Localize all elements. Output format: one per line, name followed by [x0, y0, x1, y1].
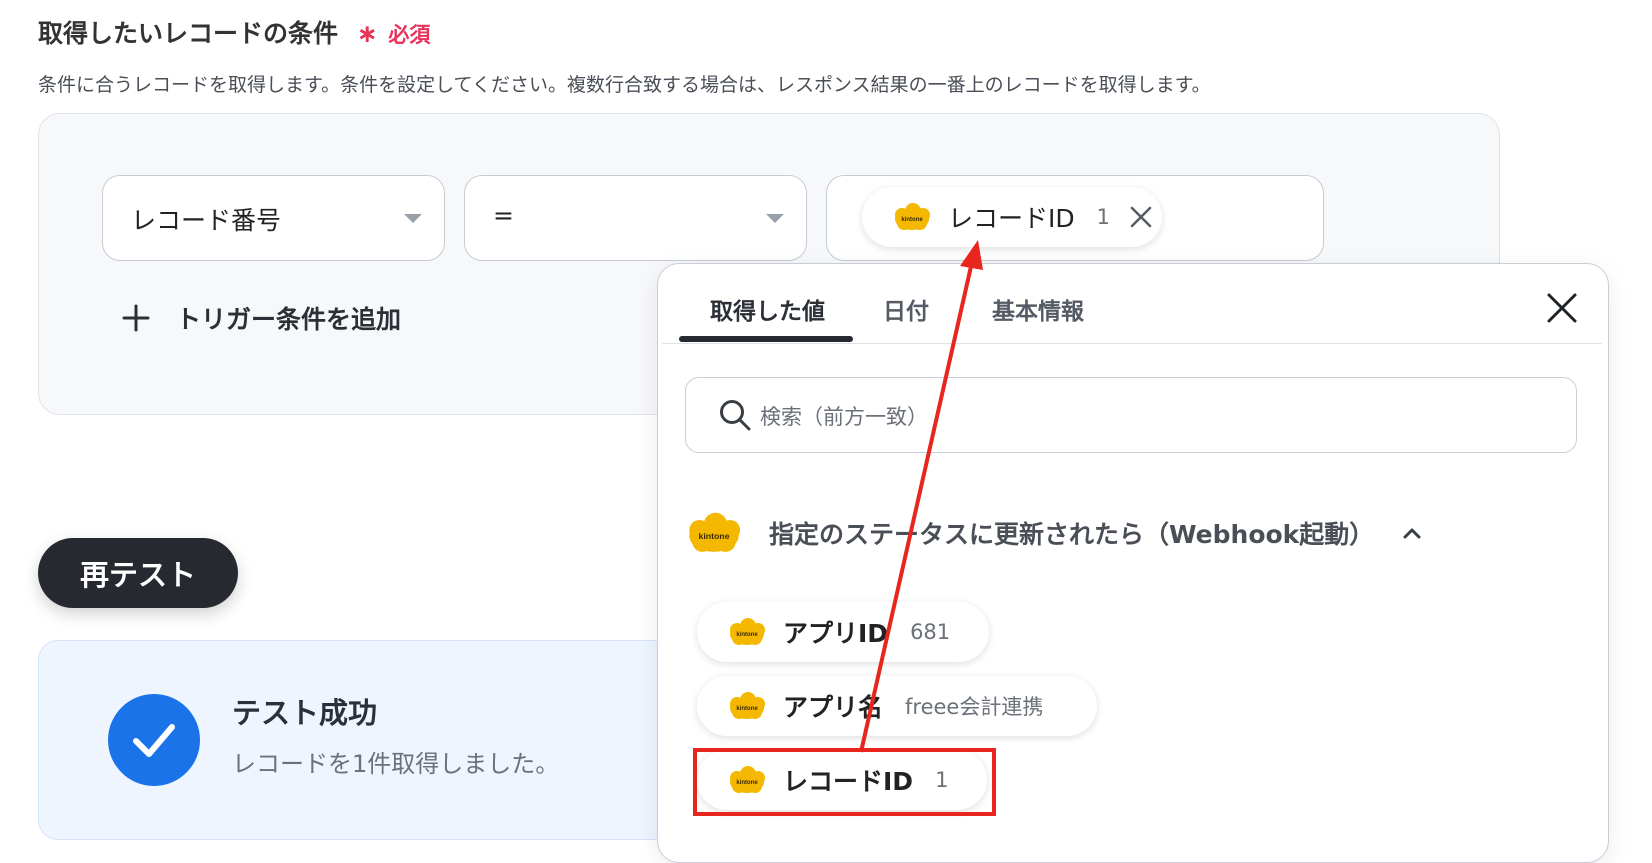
caret-down-icon [404, 214, 422, 223]
close-icon[interactable] [1546, 292, 1578, 324]
value-item-label: アプリID [783, 619, 889, 648]
value-item-value: freee会計連携 [905, 695, 1044, 719]
highlight-box [693, 748, 996, 816]
search-icon [720, 400, 751, 431]
chevron-up-icon[interactable] [1400, 521, 1424, 545]
value-item-label: アプリ名 [783, 693, 884, 722]
operator-select-value: = [493, 201, 514, 230]
active-tab-indicator [679, 336, 853, 342]
required-label: 必須 [388, 23, 431, 47]
condition-section-title: 取得したいレコードの条件 ∗ 必須 [38, 14, 430, 50]
plus-icon [122, 304, 150, 332]
field-select[interactable]: レコード番号 [102, 175, 445, 261]
kintone-logo-icon [730, 692, 765, 719]
value-item-value: 681 [910, 620, 951, 644]
search-placeholder: 検索（前方一致） [760, 405, 928, 429]
value-token-chip[interactable]: レコードID 1 [862, 187, 1162, 247]
add-trigger-condition-button[interactable]: トリガー条件を追加 [122, 300, 401, 336]
field-select-value: レコード番号 [131, 206, 282, 235]
kintone-logo-icon [689, 512, 741, 552]
tab-basic-info[interactable]: 基本情報 [992, 292, 1084, 326]
trigger-group-title: 指定のステータスに更新されたら（Webhook起動） [769, 520, 1375, 549]
kintone-logo-icon [730, 618, 765, 645]
tab-acquired-values[interactable]: 取得した値 [710, 292, 825, 326]
condition-description: 条件に合うレコードを取得します。条件を設定してください。複数行合致する場合は、レ… [38, 74, 1211, 96]
success-check-icon [108, 694, 200, 786]
section-title-text: 取得したいレコードの条件 [38, 19, 339, 48]
checkmark-icon [133, 724, 175, 757]
test-success-message: レコードを1件取得しました。 [232, 750, 560, 778]
trigger-group-header[interactable]: 指定のステータスに更新されたら（Webhook起動） [685, 512, 1424, 554]
remove-token-icon[interactable] [1128, 204, 1154, 230]
value-token-value: 1 [1096, 205, 1110, 229]
tab-date[interactable]: 日付 [883, 292, 929, 326]
value-item-app-id[interactable]: アプリID 681 [697, 602, 989, 662]
kintone-logo-icon [895, 203, 930, 230]
caret-down-icon [766, 214, 784, 223]
required-asterisk: ∗ [356, 19, 378, 48]
value-token-label: レコードID [948, 204, 1075, 233]
value-item-app-name[interactable]: アプリ名 freee会計連携 [697, 676, 1097, 736]
test-success-title: テスト成功 [232, 696, 378, 730]
add-trigger-condition-label: トリガー条件を追加 [176, 305, 402, 334]
retest-button[interactable]: 再テスト [38, 538, 238, 608]
operator-select[interactable]: = [464, 175, 807, 261]
tab-divider [662, 343, 1602, 344]
search-input[interactable]: 検索（前方一致） [685, 377, 1577, 453]
